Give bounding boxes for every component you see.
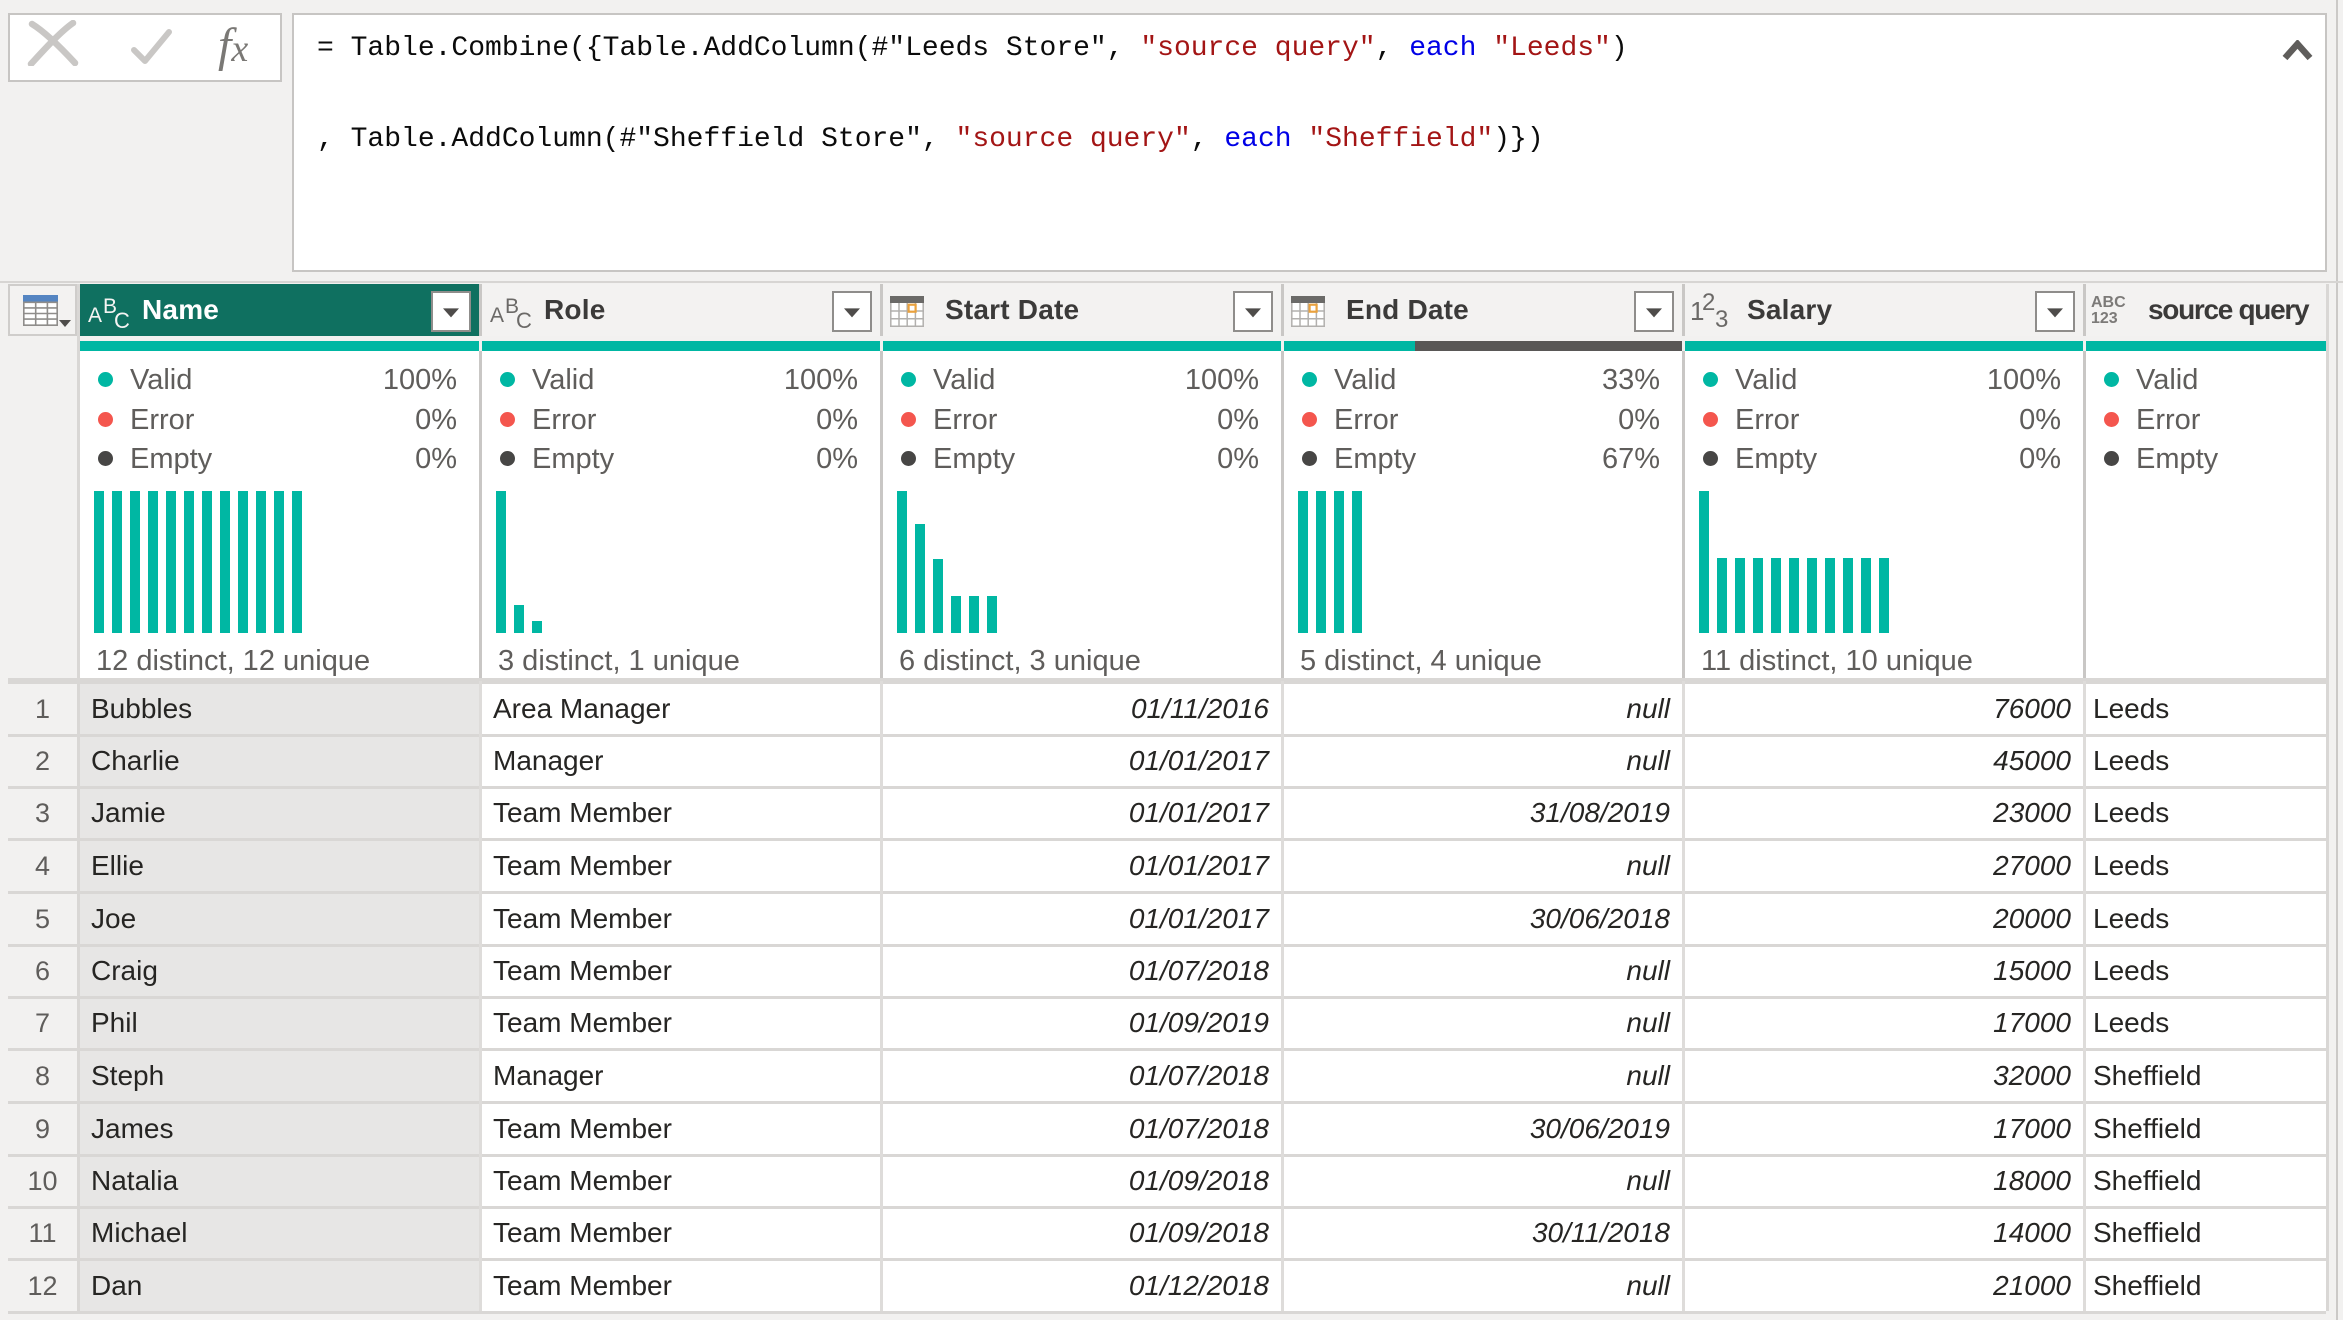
svg-text:C: C (516, 308, 532, 331)
svg-text:A: A (88, 304, 102, 327)
svg-text:3: 3 (1715, 306, 1728, 330)
svg-text:C: C (114, 308, 130, 331)
svg-text:ABC: ABC (2091, 295, 2126, 311)
svg-text:123: 123 (2091, 310, 2118, 325)
svg-text:A: A (490, 304, 504, 327)
svg-text:2: 2 (1702, 290, 1715, 316)
